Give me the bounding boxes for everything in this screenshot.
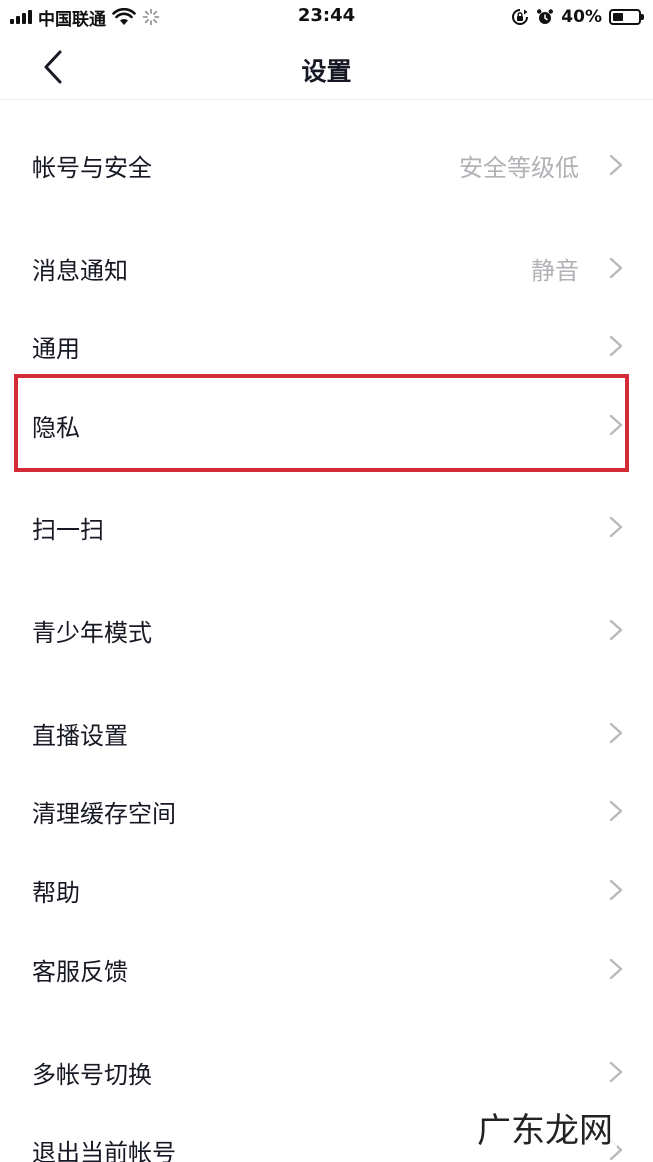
settings-row-account-security[interactable]: 帐号与安全 安全等级低 — [0, 129, 653, 201]
settings-row-privacy[interactable]: 隐私 — [0, 389, 653, 461]
row-value: 安全等级低 — [459, 153, 579, 182]
settings-row-live-settings[interactable]: 直播设置 — [0, 697, 653, 769]
settings-row-clear-cache[interactable]: 清理缓存空间 — [0, 775, 653, 847]
row-value: 静音 — [531, 256, 579, 285]
chevron-right-icon — [609, 958, 623, 980]
chevron-right-icon — [609, 879, 623, 901]
row-label: 消息通知 — [32, 256, 128, 285]
status-right: 40% — [511, 6, 644, 28]
settings-row-help[interactable]: 帮助 — [0, 854, 653, 926]
row-label: 帮助 — [32, 878, 80, 907]
chevron-right-icon — [609, 722, 623, 744]
chevron-right-icon — [609, 414, 623, 436]
status-bar: 中国联通 23:44 40% — [0, 0, 653, 34]
row-label: 多帐号切换 — [32, 1060, 152, 1089]
chevron-right-icon — [609, 257, 623, 279]
settings-row-teen-mode[interactable]: 青少年模式 — [0, 594, 653, 666]
row-label: 直播设置 — [32, 721, 128, 750]
row-label: 隐私 — [32, 413, 80, 442]
battery-fill — [613, 13, 623, 21]
battery-percent: 40% — [561, 7, 602, 27]
chevron-right-icon — [609, 516, 623, 538]
row-label: 扫一扫 — [32, 515, 104, 544]
watermark-text: 广东龙网 — [473, 1103, 617, 1152]
chevron-right-icon — [609, 335, 623, 357]
battery-icon — [609, 9, 644, 25]
settings-row-notifications[interactable]: 消息通知 静音 — [0, 232, 653, 304]
row-label: 退出当前帐号 — [32, 1138, 176, 1162]
row-label: 清理缓存空间 — [32, 799, 176, 828]
settings-row-switch-account[interactable]: 多帐号切换 — [0, 1036, 653, 1108]
page-title: 设置 — [301, 57, 352, 86]
chevron-right-icon — [609, 154, 623, 176]
row-label: 青少年模式 — [32, 618, 152, 647]
row-label: 帐号与安全 — [32, 153, 152, 182]
chevron-right-icon — [609, 619, 623, 641]
row-label: 客服反馈 — [32, 957, 128, 986]
settings-row-scan[interactable]: 扫一扫 — [0, 491, 653, 563]
rotation-lock-icon — [512, 9, 529, 25]
alarm-icon — [537, 9, 554, 24]
chevron-right-icon — [609, 800, 623, 822]
settings-row-feedback[interactable]: 客服反馈 — [0, 933, 653, 1005]
row-label: 通用 — [32, 334, 80, 363]
settings-row-general[interactable]: 通用 — [0, 310, 653, 382]
nav-bar: 设置 — [0, 34, 653, 100]
chevron-right-icon — [609, 1061, 623, 1083]
